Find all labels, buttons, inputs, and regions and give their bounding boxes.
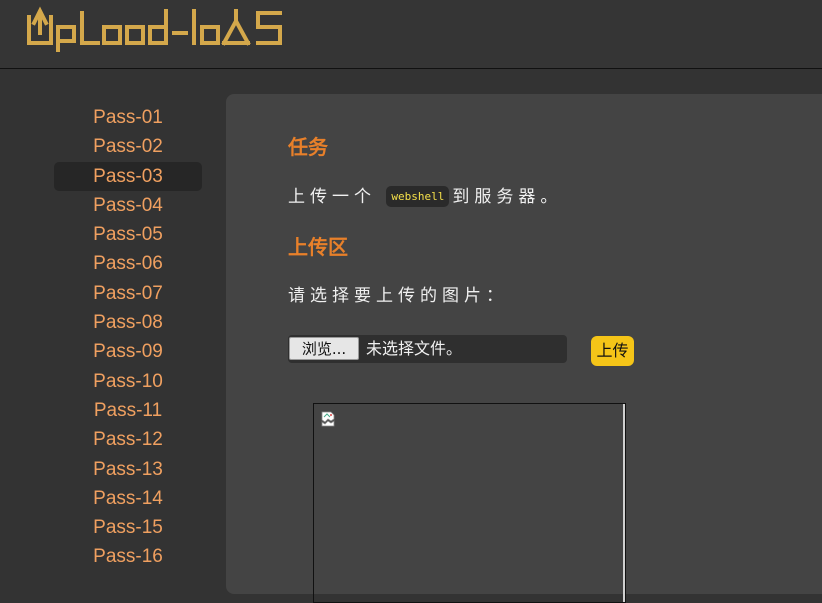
upload-labs-logo[interactable] [26, 3, 316, 53]
sidebar-item-pass-05[interactable]: Pass-05 [54, 220, 202, 249]
task-heading: 任务 [288, 135, 328, 159]
upload-submit-button[interactable]: 上传 [591, 336, 634, 366]
task-description: 上传一个 webshell 到服务器。 [288, 182, 562, 207]
upload-heading: 上传区 [288, 235, 348, 259]
sidebar-item-pass-10[interactable]: Pass-10 [54, 367, 202, 396]
sidebar-item-pass-04[interactable]: Pass-04 [54, 191, 202, 220]
upload-prompt: 请选择要上传的图片： [288, 286, 508, 306]
file-status-text: 未选择文件。 [366, 339, 463, 358]
image-preview [313, 403, 626, 603]
sidebar-item-pass-14[interactable]: Pass-14 [54, 484, 202, 513]
sidebar-item-pass-09[interactable]: Pass-09 [54, 337, 202, 366]
task-text-after: 到服务器。 [452, 187, 563, 207]
pass-list: Pass-01 Pass-02 Pass-03 Pass-04 Pass-05 Pass-… [54, 103, 202, 572]
task-text-before: 上传一个 [288, 187, 376, 207]
webshell-code: webshell [386, 186, 450, 207]
header-bar [0, 0, 822, 69]
sidebar-item-pass-06[interactable]: Pass-06 [54, 249, 202, 278]
content-panel: 任务 上传一个 webshell 到服务器。 上传区 请选择要上传的图片： 浏览.… [226, 94, 822, 603]
sidebar-item-pass-08[interactable]: Pass-08 [54, 308, 202, 337]
browse-button[interactable]: 浏览... [289, 337, 359, 360]
sidebar-item-pass-07[interactable]: Pass-07 [54, 279, 202, 308]
file-input[interactable]: 浏览... 未选择文件。 [288, 335, 567, 363]
preview-edge [623, 404, 625, 602]
sidebar-item-pass-16[interactable]: Pass-16 [54, 542, 202, 571]
sidebar-item-pass-15[interactable]: Pass-15 [54, 513, 202, 542]
broken-image-icon [321, 411, 335, 427]
sidebar-item-pass-11[interactable]: Pass-11 [54, 396, 202, 425]
sidebar-item-pass-03[interactable]: Pass-03 [54, 161, 202, 191]
sidebar-item-pass-13[interactable]: Pass-13 [54, 455, 202, 484]
sidebar-item-pass-02[interactable]: Pass-02 [54, 132, 202, 161]
sidebar-item-pass-01[interactable]: Pass-01 [54, 103, 202, 132]
sidebar-item-pass-12[interactable]: Pass-12 [54, 425, 202, 454]
